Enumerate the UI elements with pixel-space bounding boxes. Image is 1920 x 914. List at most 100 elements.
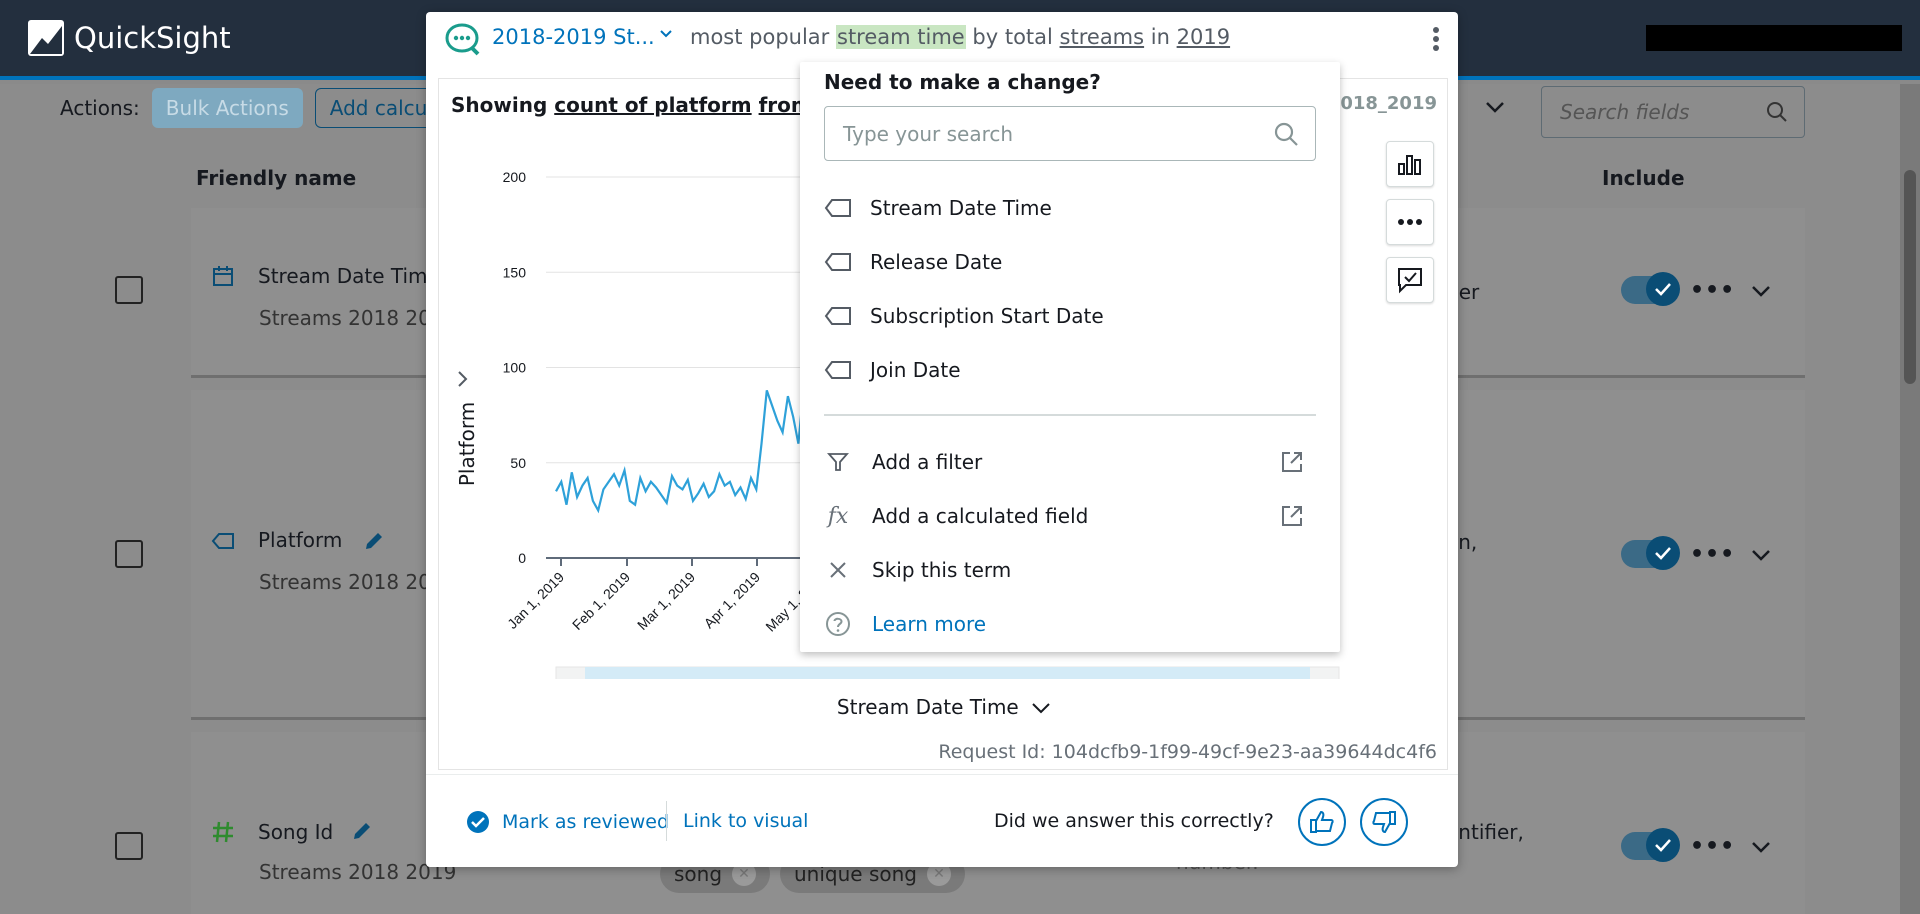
field-option-stream-date-time[interactable]: Stream Date Time [824,190,1052,226]
x-tick-label: Apr 1, 2019 [701,569,764,632]
include-toggle[interactable] [1621,272,1680,306]
hash-icon [213,821,233,843]
edit-pencil-icon[interactable] [363,530,385,552]
chevron-down-icon[interactable] [658,28,674,40]
thumbs-down-icon [1372,811,1396,834]
more-options-icon[interactable]: ••• [1690,278,1735,303]
actions-bar: Actions: Bulk Actions Add calcula [60,88,461,128]
thumbs-down-button[interactable] [1360,798,1408,846]
range-slider-selection [585,667,1310,679]
page-scrollbar[interactable] [1900,84,1920,914]
feedback-button[interactable] [1386,257,1434,303]
y-tick-label: 0 [518,550,526,566]
search-fields-placeholder: Search fields [1560,100,1690,124]
search-fields-input[interactable]: Search fields [1541,86,1805,138]
learn-more-link[interactable]: Learn more [824,606,1316,642]
field-option-join-date[interactable]: Join Date [824,352,961,388]
field-source: Streams 2018 20 [259,306,431,330]
y-tick-label: 150 [503,264,527,280]
include-toggle[interactable] [1621,828,1680,862]
chevron-down-icon[interactable] [1751,548,1771,562]
chevron-down-icon[interactable] [1751,284,1771,298]
field-option-label: Join Date [870,358,961,382]
chevron-down-icon[interactable] [1751,840,1771,854]
bulk-actions-button[interactable]: Bulk Actions [151,88,303,128]
question-year-term[interactable]: 2019 [1177,25,1230,49]
more-options-icon[interactable]: ••• [1690,542,1735,567]
mark-as-reviewed-label: Mark as reviewed [502,811,670,833]
tag-icon [211,533,234,549]
more-options-icon[interactable]: ••• [1690,834,1735,859]
y-tick-label: 200 [503,169,527,185]
thumbs-up-icon [1310,810,1334,833]
change-term-popover: Need to make a change? Type your search … [800,62,1340,652]
tag-icon [824,361,851,379]
chart-type-button[interactable] [1386,141,1434,187]
row-checkbox[interactable] [115,276,143,304]
search-icon [1274,122,1298,146]
add-filter-label: Add a filter [872,450,983,474]
x-tick-label: Mar 1, 2019 [634,569,698,633]
check-circle-icon [467,811,489,833]
check-icon [1655,547,1671,560]
question-in: in [1150,25,1170,49]
modal-footer: Mark as reviewed Link to visual Did we a… [426,774,1458,867]
x-axis-title-text: Stream Date Time [836,695,1019,719]
check-icon [1655,839,1671,852]
add-calculated-field-action[interactable]: fx Add a calculated field [824,498,1316,534]
help-circle-icon [826,612,850,636]
question-prefix: most popular [690,25,830,49]
topic-selector[interactable]: 2018-2019 St... [492,25,655,49]
add-filter-action[interactable]: Add a filter [824,444,1316,480]
y-tick-label: 50 [510,455,526,471]
ellipsis-icon [1398,219,1422,225]
q-chat-icon [445,23,480,56]
search-icon [1767,102,1787,122]
thumbs-up-button[interactable] [1298,798,1346,846]
question-metric-term[interactable]: streams [1060,25,1145,49]
row-checkbox[interactable] [115,832,143,860]
question-text[interactable]: most popular stream time by total stream… [690,25,1230,49]
field-option-label: Release Date [870,250,1003,274]
question-mid: by total [972,25,1053,49]
column-header-friendly-name: Friendly name [196,166,357,190]
field-name: Stream Date Time [258,264,440,288]
question-highlight-term[interactable]: stream time [836,25,966,49]
check-icon [1655,283,1671,296]
more-visual-options-button[interactable] [1386,199,1434,245]
field-option-release-date[interactable]: Release Date [824,244,1002,280]
mark-as-reviewed-button[interactable]: Mark as reviewed [466,810,669,834]
app-logo[interactable]: QuickSight [28,20,231,56]
field-option-label: Stream Date Time [870,196,1052,220]
chevron-down-icon[interactable] [1031,702,1051,714]
external-link-icon [1282,452,1302,472]
request-id: Request Id: 104dcfb9-1f99-49cf-9e23-aa39… [938,741,1437,763]
function-icon: fx [827,503,849,529]
popover-divider [824,414,1316,416]
field-name: Song Id [258,820,334,844]
popover-search-input[interactable]: Type your search [824,106,1316,161]
x-tick-label: Jan 1, 2019 [504,569,567,632]
tag-icon [824,199,851,217]
question-bar: 2018-2019 St... most popular stream time… [426,12,1458,64]
chevron-down-icon[interactable] [1484,100,1506,114]
learn-more-label: Learn more [872,612,987,636]
y-axis-title: Platform [455,402,479,486]
field-name: Platform [258,528,343,552]
tag-icon [824,307,851,325]
skip-term-action[interactable]: Skip this term [824,552,1316,588]
field-option-subscription-start-date[interactable]: Subscription Start Date [824,298,1104,334]
filter-icon [827,453,849,471]
bar-chart-icon [1398,155,1421,175]
external-link-icon [1282,506,1302,526]
kebab-menu-icon[interactable] [1432,26,1440,52]
link-to-visual-link[interactable]: Link to visual [683,810,808,832]
include-toggle[interactable] [1621,536,1680,570]
scrollbar-thumb[interactable] [1904,170,1916,384]
row-checkbox[interactable] [115,540,143,568]
chevron-right-icon [458,371,468,387]
x-axis-title[interactable]: Stream Date Time [439,695,1449,719]
field-option-label: Subscription Start Date [870,304,1104,328]
edit-pencil-icon[interactable] [351,820,373,842]
feedback-question: Did we answer this correctly? [994,810,1274,832]
